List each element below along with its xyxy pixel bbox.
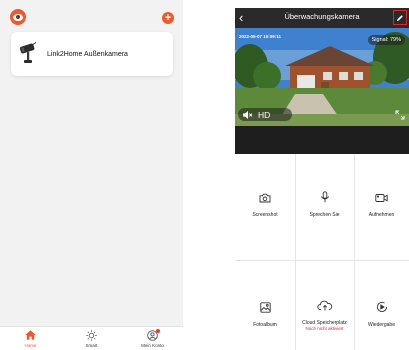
video-bottom-bar xyxy=(235,126,409,154)
action-label: Aufnehmen xyxy=(368,212,395,218)
app-logo-icon[interactable] xyxy=(10,9,26,25)
camera-live-screen: ‹ Überwachungskamera 2022-05-07 10:09:11… xyxy=(235,0,409,350)
video-timestamp: 2022-05-07 10:09:11 xyxy=(239,34,282,39)
camera-icon xyxy=(259,190,271,208)
profile-icon xyxy=(147,328,160,341)
action-label: Wiedergabe xyxy=(368,322,395,328)
quality-toggle[interactable]: HD xyxy=(258,110,270,120)
device-name: Link2Home Außenkamera xyxy=(47,50,128,58)
tab-smart[interactable]: Smart xyxy=(61,327,122,350)
photo-album-icon xyxy=(259,300,271,318)
notification-badge xyxy=(155,328,160,333)
tab-home[interactable]: Home xyxy=(0,327,61,350)
add-device-icon[interactable]: + xyxy=(162,12,174,24)
tab-label: Mein Konto xyxy=(141,342,164,348)
action-label: Fotoalbum xyxy=(253,322,277,328)
cloud-upload-icon xyxy=(316,298,333,316)
tab-label: Home xyxy=(24,342,37,348)
cloud-status-text: Noch nicht aktiviert xyxy=(305,325,344,331)
talk-button[interactable]: Sprechen Sie xyxy=(295,184,354,224)
device-list-screen: + Link2Home Außenkamera Home Smart Mein … xyxy=(0,0,183,350)
video-record-icon xyxy=(375,190,388,208)
tab-label: Smart xyxy=(85,342,98,348)
fullscreen-icon[interactable] xyxy=(395,110,405,120)
record-button[interactable]: Aufnehmen xyxy=(354,184,409,224)
bottom-tab-bar: Home Smart Mein Konto xyxy=(0,326,183,350)
tab-mein-konto[interactable]: Mein Konto xyxy=(122,327,183,350)
microphone-icon xyxy=(320,190,330,208)
signal-strength-badge: Signal: 79% xyxy=(367,35,405,45)
video-controls-pill: HD xyxy=(238,108,292,121)
speaker-mute-icon[interactable] xyxy=(243,110,253,119)
screenshot-button[interactable]: Screenshot xyxy=(235,184,295,224)
navigation-bar: ‹ Überwachungskamera xyxy=(235,8,409,28)
playback-icon xyxy=(376,300,388,318)
pencil-icon xyxy=(397,14,403,21)
photo-album-button[interactable]: Fotoalbum xyxy=(235,294,295,334)
action-grid: Screenshot Sprechen Sie Aufnehmen Fotoal… xyxy=(235,154,409,350)
action-label: Sprechen Sie xyxy=(309,212,340,218)
page-title: Überwachungskamera xyxy=(284,12,360,21)
home-icon xyxy=(25,330,37,341)
sun-icon xyxy=(86,329,98,341)
action-label: Screenshot xyxy=(252,212,278,218)
device-card[interactable]: Link2Home Außenkamera xyxy=(11,32,173,76)
live-video-feed[interactable]: 2022-05-07 10:09:11 Signal: 79% HD xyxy=(235,28,409,126)
outdoor-camera-icon xyxy=(11,32,47,76)
edit-button[interactable] xyxy=(393,10,407,25)
cloud-storage-button[interactable]: Cloud Speicherplatz Noch nicht aktiviert xyxy=(295,294,354,334)
playback-button[interactable]: Wiedergabe xyxy=(354,294,409,334)
